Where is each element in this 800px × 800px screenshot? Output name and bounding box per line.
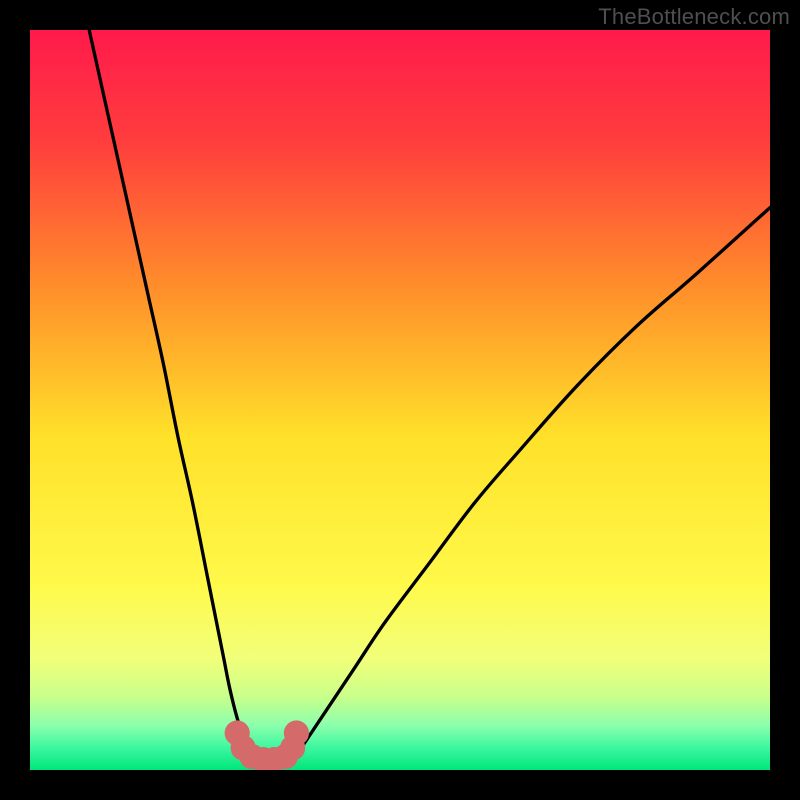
chart-frame: TheBottleneck.com [0, 0, 800, 800]
valley-marker-group [225, 720, 309, 770]
left-curve [89, 30, 252, 755]
right-curve [296, 208, 770, 756]
plot-area [30, 30, 770, 770]
valley-marker [284, 720, 309, 745]
attribution-label: TheBottleneck.com [598, 4, 790, 30]
curve-layer [30, 30, 770, 770]
